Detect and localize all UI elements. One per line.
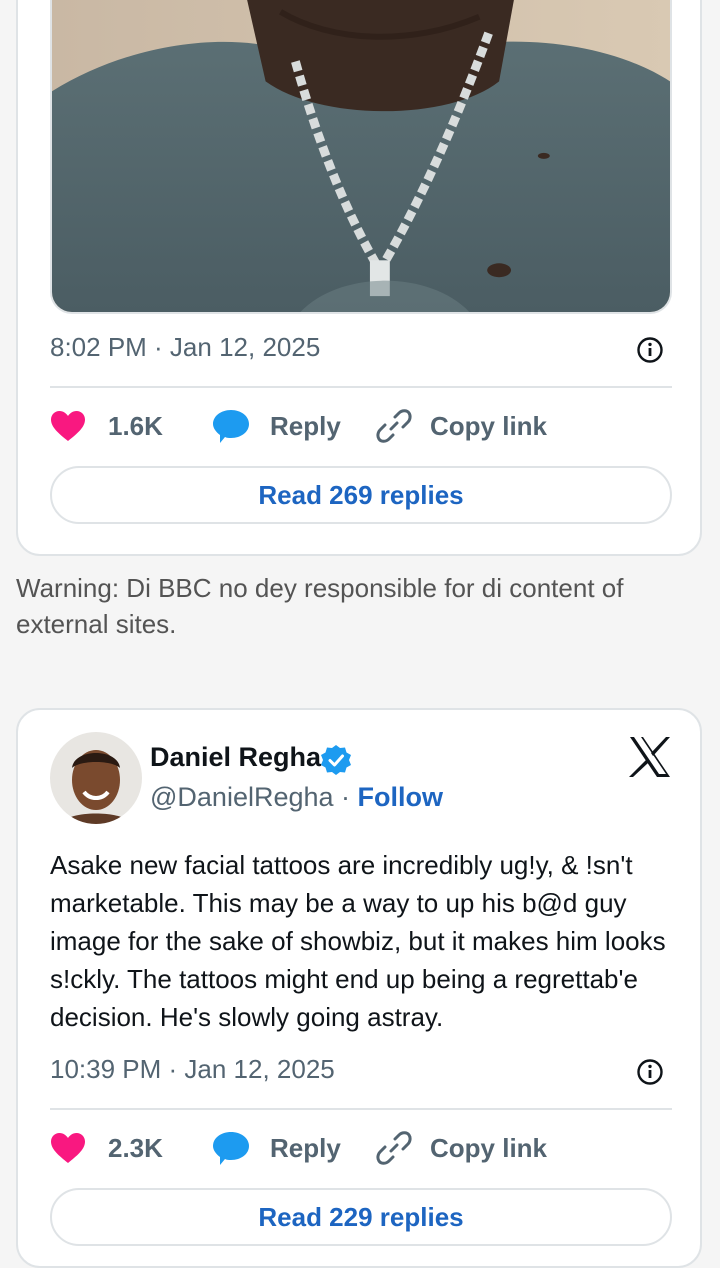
embedded-tweet-card-1: 8:02 PM · Jan 12, 2025 1.6K Reply Copy l… bbox=[16, 0, 702, 556]
divider bbox=[50, 1108, 672, 1110]
external-content-warning: Warning: Di BBC no dey responsible for d… bbox=[16, 573, 624, 639]
tweet-actions: 2.3K Reply Copy link bbox=[50, 1126, 672, 1170]
tweet-photo[interactable] bbox=[50, 0, 672, 314]
reply-bubble-icon bbox=[213, 410, 249, 443]
divider bbox=[50, 386, 672, 388]
copy-link-button[interactable]: Copy link bbox=[376, 404, 547, 448]
like-button[interactable]: 1.6K bbox=[50, 404, 163, 448]
follow-link[interactable]: Follow bbox=[358, 782, 443, 812]
tweet-actions: 1.6K Reply Copy link bbox=[50, 404, 672, 448]
copy-link-label: Copy link bbox=[430, 410, 548, 441]
embedded-tweet-card-2: Daniel Regha @DanielRegha · Follow Asake… bbox=[16, 708, 702, 1268]
tweet-timestamp[interactable]: 8:02 PM · Jan 12, 2025 bbox=[50, 332, 320, 363]
author-handle[interactable]: @DanielRegha bbox=[150, 782, 334, 812]
copy-link-button[interactable]: Copy link bbox=[376, 1126, 547, 1170]
copy-link-label: Copy link bbox=[430, 1132, 548, 1163]
link-icon bbox=[376, 409, 412, 443]
heart-icon bbox=[51, 411, 85, 441]
like-count: 1.6K bbox=[108, 410, 163, 441]
heart-icon bbox=[51, 1133, 85, 1163]
x-logo-icon[interactable] bbox=[628, 736, 672, 778]
tweet-timestamp[interactable]: 10:39 PM · Jan 12, 2025 bbox=[50, 1054, 335, 1085]
separator: · bbox=[333, 782, 358, 812]
link-icon bbox=[376, 1131, 412, 1165]
verified-badge-icon bbox=[321, 745, 351, 775]
like-button[interactable]: 2.3K bbox=[50, 1126, 163, 1170]
reply-bubble-icon bbox=[213, 1132, 249, 1165]
info-icon[interactable] bbox=[636, 336, 664, 364]
reply-label: Reply bbox=[270, 1132, 341, 1163]
author-name[interactable]: Daniel Regha bbox=[150, 742, 321, 773]
tweet-text: Asake new facial tattoos are incredibly … bbox=[50, 850, 666, 1032]
avatar[interactable] bbox=[50, 732, 142, 824]
like-count: 2.3K bbox=[108, 1132, 163, 1163]
read-replies-button[interactable]: Read 269 replies bbox=[50, 466, 672, 524]
author-handle-row: @DanielRegha · Follow bbox=[150, 782, 443, 813]
reply-button[interactable]: Reply bbox=[212, 404, 341, 448]
read-replies-button[interactable]: Read 229 replies bbox=[50, 1188, 672, 1246]
reply-button[interactable]: Reply bbox=[212, 1126, 341, 1170]
reply-label: Reply bbox=[270, 410, 341, 441]
info-icon[interactable] bbox=[636, 1058, 664, 1086]
